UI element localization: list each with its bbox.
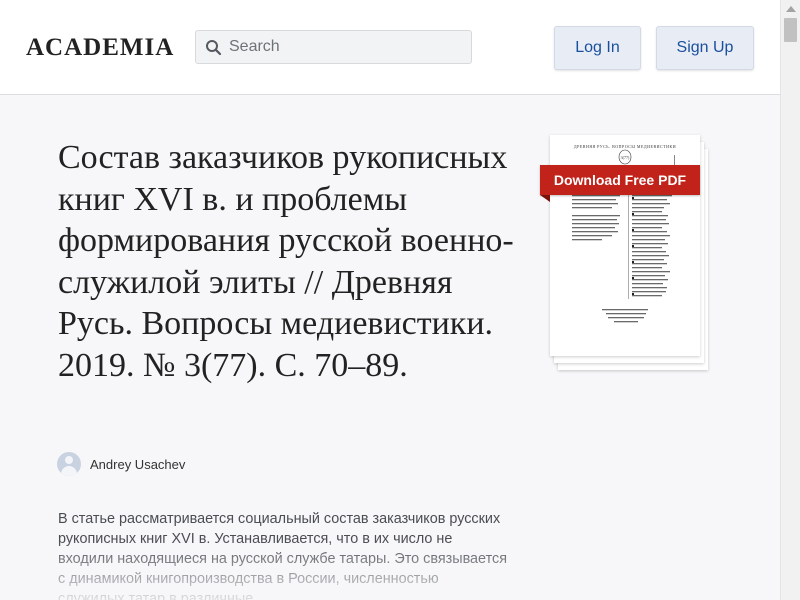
site-header: ACADEMIA Log In Sign Up bbox=[0, 0, 780, 95]
scroll-up-arrow-icon[interactable] bbox=[786, 6, 796, 12]
author-name[interactable]: Andrey Usachev bbox=[90, 457, 185, 472]
signup-button[interactable]: Sign Up bbox=[656, 26, 754, 70]
search-box[interactable] bbox=[195, 30, 472, 64]
login-button[interactable]: Log In bbox=[554, 26, 641, 70]
avatar[interactable] bbox=[57, 452, 81, 476]
paper-abstract: В статье рассматривается социальный сост… bbox=[58, 511, 508, 600]
pdf-header-text: ДРЕВНЯЯ РУСЬ. ВОПРОСЫ МЕДИЕВИСТИКИ bbox=[574, 144, 676, 149]
page-scrollbar[interactable] bbox=[780, 0, 800, 600]
author-row[interactable]: Andrey Usachev bbox=[57, 452, 185, 476]
pdf-page-number: 3(77) bbox=[621, 155, 630, 160]
ribbon-fold bbox=[540, 195, 550, 202]
scroll-thumb[interactable] bbox=[784, 18, 797, 42]
academia-logo[interactable]: ACADEMIA bbox=[26, 34, 174, 62]
paper-title: Состав заказчиков рукописных книг XVI в.… bbox=[58, 139, 514, 384]
search-input[interactable] bbox=[229, 31, 465, 63]
download-pdf-button[interactable]: Download Free PDF bbox=[540, 165, 700, 195]
search-icon bbox=[206, 40, 222, 56]
